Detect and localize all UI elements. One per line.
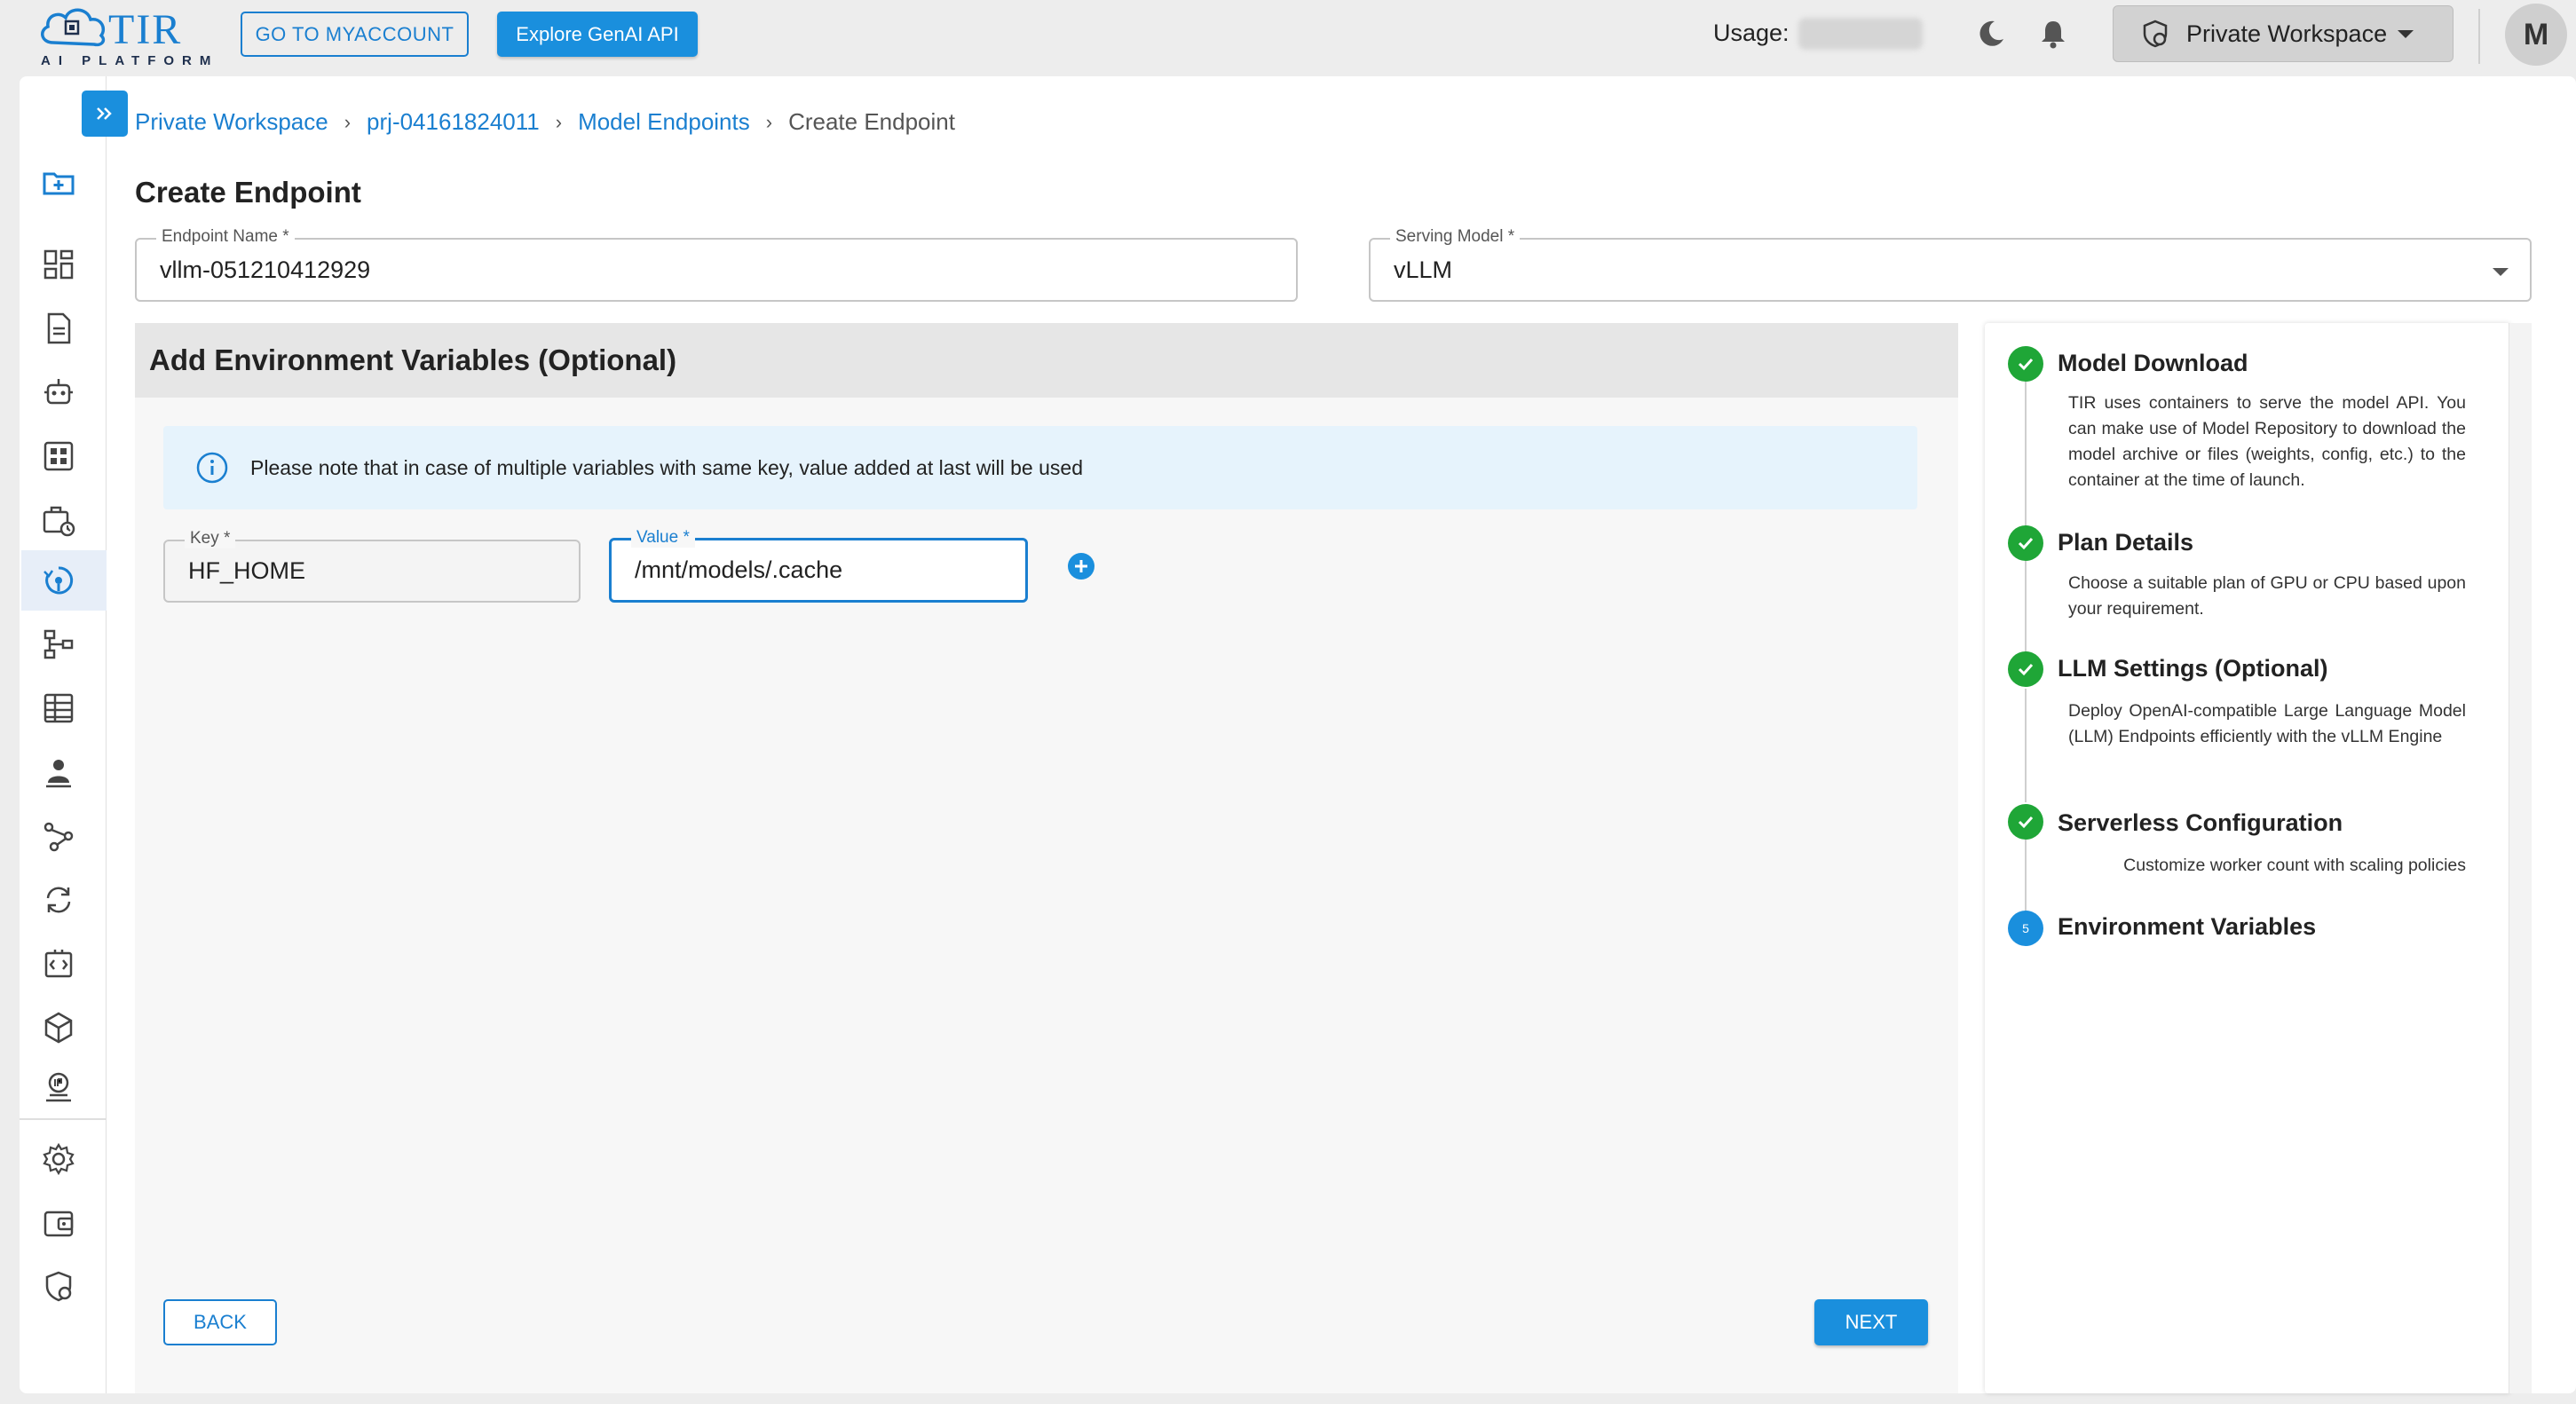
apps-grid-icon[interactable] [41,438,76,474]
back-button[interactable]: BACK [163,1299,277,1345]
moon-icon[interactable] [1975,18,2007,50]
bell-icon[interactable] [2037,18,2069,50]
step-connector [2025,382,2027,527]
step-connector [2025,689,2027,802]
breadcrumb-separator: › [344,110,352,133]
step-check-icon [2008,346,2043,382]
breadcrumb-workspace-link[interactable]: Private Workspace [135,108,328,136]
breadcrumb-separator: › [765,110,773,133]
breadcrumb-project-link[interactable]: prj-04161824011 [367,108,540,136]
usage-value-redacted [1798,18,1923,50]
env-variables-title: Add Environment Variables (Optional) [135,323,1958,398]
sync-icon[interactable] [41,882,76,918]
serving-model-select[interactable]: Serving Model * vLLM [1369,227,2532,302]
endpoint-name-field[interactable]: Endpoint Name * vllm-051210412929 [135,227,1298,302]
chevron-down-icon [2398,30,2414,38]
env-value-value: /mnt/models/.cache [635,556,843,583]
briefcase-clock-icon[interactable] [41,502,76,538]
usage-label: Usage: [1713,20,1790,46]
step-check-icon [2008,525,2043,561]
breadcrumb-separator: › [555,110,563,133]
page-title: Create Endpoint [135,176,361,209]
serving-model-value: vLLM [1394,256,1453,283]
breadcrumb: Private Workspace › prj-04161824011 › Mo… [135,108,955,136]
step-description: Customize worker count with scaling poli… [2123,856,2466,875]
share-network-icon[interactable] [41,818,76,854]
double-chevron-right-icon [97,107,112,120]
brand-name: TIR [108,6,183,53]
env-value-input[interactable]: Value * /mnt/models/.cache [609,528,1028,603]
tir-logo[interactable]: TIR AI PLATFORM [36,4,210,68]
model-endpoint-icon[interactable] [41,563,76,598]
step-description: TIR uses containers to serve the model A… [2068,393,2466,490]
endpoint-name-value: vllm-051210412929 [160,256,371,283]
workspace-select[interactable]: Private Workspace [2113,5,2454,62]
step-connector [2025,840,2027,911]
step-number-badge: 5 [2008,911,2043,946]
dashboard-icon[interactable] [41,247,76,282]
topbar-divider [2478,9,2480,64]
code-box-icon[interactable] [41,946,76,982]
info-alert-text: Please note that in case of multiple var… [250,455,1083,479]
sidebar-separator [20,1118,107,1120]
cloud-logo-icon [41,8,106,47]
breadcrumb-model-endpoints-link[interactable]: Model Endpoints [578,108,750,136]
top-bar: TIR AI PLATFORM GO TO MYACCOUNT Explore … [0,0,2576,76]
step-check-icon [2008,804,2043,840]
wallet-icon[interactable] [41,1205,76,1241]
workspace-label: Private Workspace [2186,20,2388,47]
info-icon [196,452,228,484]
explore-genai-button[interactable]: Explore GenAI API [497,12,698,57]
user-stamp-icon[interactable] [41,754,76,790]
user-avatar[interactable]: M [2505,4,2567,66]
go-to-myaccount-button[interactable]: GO TO MYACCOUNT [241,12,469,57]
cube-icon[interactable] [41,1010,76,1045]
pipeline-icon[interactable] [41,627,76,662]
breadcrumb-current: Create Endpoint [788,108,955,135]
brand-tagline: AI PLATFORM [41,53,219,68]
step-title: Model Download [2058,350,2248,376]
sidebar-expand-button[interactable] [82,91,128,137]
step-connector [2025,561,2027,651]
info-alert: Please note that in case of multiple var… [163,426,1917,509]
folder-add-icon[interactable] [41,165,76,201]
dataset-table-icon[interactable] [41,690,76,726]
step-title: Plan Details [2058,529,2194,556]
document-icon[interactable] [41,311,76,346]
step-title: Environment Variables [2058,913,2317,940]
ip-monitor-icon[interactable] [41,1070,76,1106]
add-variable-icon[interactable] [1067,552,1095,580]
step-title: Serverless Configuration [2058,809,2343,836]
robot-icon[interactable] [41,375,76,410]
step-title: LLM Settings (Optional) [2058,655,2328,682]
gear-icon[interactable] [41,1141,76,1177]
workspace-shield-icon [2143,20,2168,48]
next-button[interactable]: NEXT [1814,1299,1928,1345]
env-key-input[interactable]: Key * HF_HOME [163,529,581,603]
step-check-icon [2008,651,2043,687]
steps-scrollbar[interactable] [2509,323,2532,1393]
env-key-value: HF_HOME [188,557,306,584]
step-description: Choose a suitable plan of GPU or CPU bas… [2068,573,2466,619]
step-description: Deploy OpenAI-compatible Large Language … [2068,701,2466,746]
security-shield-icon[interactable] [41,1269,76,1305]
chevron-down-icon [2493,268,2509,276]
